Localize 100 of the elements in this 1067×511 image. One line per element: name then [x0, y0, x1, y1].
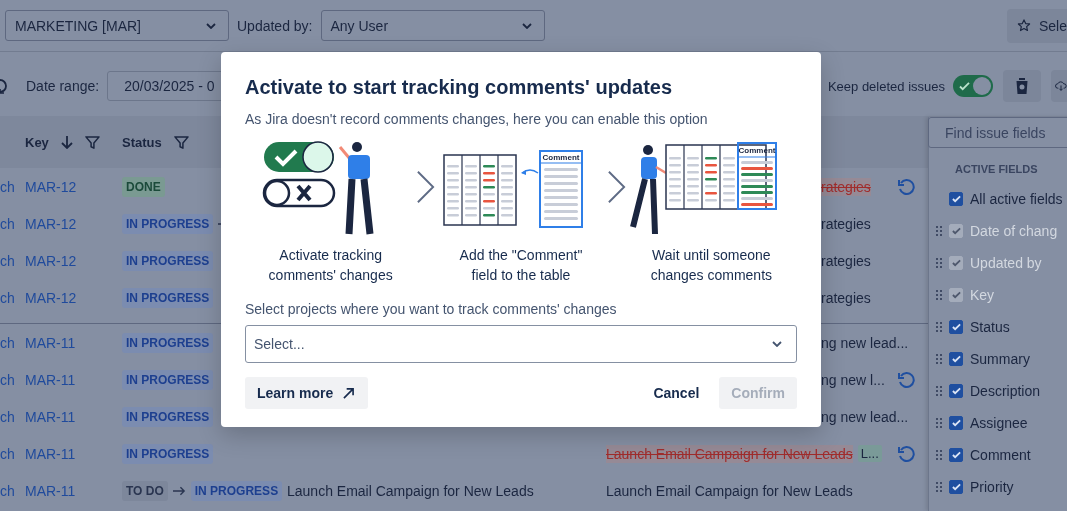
check-icon: [951, 451, 961, 459]
field-option[interactable]: Summary: [970, 351, 1030, 367]
issue-key-link[interactable]: MAR-11: [25, 445, 122, 462]
arrow-right-icon: [172, 485, 186, 496]
issue-key-link[interactable]: MAR-11: [25, 334, 122, 351]
field-option[interactable]: All active fields: [970, 191, 1063, 207]
field-option[interactable]: Comment: [970, 447, 1031, 463]
drag-handle-icon[interactable]: [936, 418, 942, 428]
checkbox[interactable]: [949, 448, 963, 462]
table-cell-text: ch: [0, 371, 16, 388]
check-icon: [951, 323, 961, 331]
field-option[interactable]: Assignee: [970, 415, 1028, 431]
table-cell: Launch Email Campaign for New Leads: [606, 481, 853, 500]
field-option[interactable]: Status: [970, 319, 1010, 335]
cloud-download-button[interactable]: [1051, 70, 1067, 102]
status-lozenge: IN PROGRESS: [122, 250, 214, 271]
table-cell: rategies: [821, 288, 871, 307]
projects-label: Select projects where you want to track comments' changes: [245, 301, 618, 317]
status-lozenge: IN PROGRESS: [122, 332, 214, 353]
issue-key-link[interactable]: MAR-12: [25, 252, 122, 269]
field-option[interactable]: Description: [970, 383, 1041, 399]
check-icon: [951, 483, 961, 491]
issue-key-link[interactable]: MAR-11: [25, 408, 122, 425]
field-option[interactable]: Priority: [970, 479, 1014, 495]
status-lozenge: IN PROGRESS: [122, 213, 214, 234]
drag-handle-icon[interactable]: [936, 354, 942, 364]
step-caption: Add the "Comment" field to the table: [458, 246, 584, 285]
check-icon: [951, 419, 961, 427]
undo-icon[interactable]: [897, 177, 915, 196]
table-cell: ng new lead...: [821, 333, 909, 352]
table-cell-text: Launch Email Campaign for New Leads: [287, 482, 535, 499]
table-cell-text: ch: [0, 334, 16, 351]
issue-key-link[interactable]: MAR-12: [25, 289, 122, 306]
drag-handle-icon[interactable]: [936, 322, 942, 332]
status-lozenge: IN PROGRESS: [122, 287, 214, 308]
table-cell-text: ch: [0, 482, 16, 499]
checkbox[interactable]: [949, 416, 963, 430]
table-cell: rategies: [821, 214, 871, 233]
column-header[interactable]: Status: [122, 134, 162, 150]
table-cell-text: ch: [0, 289, 16, 306]
chevron-down-icon: [206, 22, 216, 29]
projects-select[interactable]: Select...: [245, 325, 797, 363]
issue-key-link[interactable]: MAR-12: [25, 178, 122, 195]
drag-handle-icon[interactable]: [936, 450, 942, 460]
table-cell-text: ch: [0, 252, 16, 269]
tag: L...: [857, 445, 882, 462]
table-cell: rategies: [821, 251, 871, 270]
undo-icon[interactable]: [897, 370, 915, 389]
keep-deleted-toggle[interactable]: [953, 75, 993, 97]
learn-more-button[interactable]: Learn more: [245, 377, 369, 409]
user-dropdown[interactable]: Any User: [320, 10, 545, 41]
column-label: Comment: [542, 153, 580, 162]
table-cell: ng new lead...: [821, 407, 909, 426]
drag-handle-icon[interactable]: [936, 386, 942, 396]
check-icon: [951, 387, 961, 395]
undo-icon[interactable]: [897, 444, 915, 463]
cancel-button[interactable]: Cancel: [641, 377, 712, 409]
chevron-down-icon: [521, 22, 532, 29]
issue-key-link[interactable]: MAR-12: [25, 215, 122, 232]
table-cell: rategies: [821, 177, 871, 196]
step-caption: Activate tracking comments' changes: [267, 246, 394, 285]
dialog-title: Activate to start tracking comments' updates: [245, 76, 674, 99]
check-icon: [951, 259, 961, 267]
favorites-button[interactable]: Sele: [1007, 8, 1067, 43]
external-link-icon: [343, 387, 355, 399]
chevron-right-icon: [416, 169, 436, 205]
updated-by-label: Updated by:: [237, 17, 313, 34]
drag-handle-icon[interactable]: [936, 482, 942, 492]
checkbox[interactable]: [949, 320, 963, 334]
check-icon: [951, 291, 961, 299]
keep-deleted-label: Keep deleted issues: [827, 78, 945, 94]
dialog-description: As Jira doesn't record comments changes, here you can enable this option: [245, 111, 709, 127]
check-icon: [951, 227, 961, 235]
issue-key-link[interactable]: MAR-11: [25, 371, 122, 388]
find-fields-input[interactable]: Find issue fields: [928, 117, 1067, 148]
chevron-right-icon: [606, 169, 626, 205]
trash-button[interactable]: [1003, 70, 1041, 102]
chevron-down-icon: [772, 341, 782, 347]
table-cell: ng new l...: [821, 370, 885, 389]
section-heading: ACTIVE FIELDS: [955, 163, 1039, 175]
status-lozenge: IN PROGRESS: [122, 369, 214, 390]
status-lozenge: IN PROGRESS: [190, 480, 283, 501]
check-icon: [959, 81, 970, 91]
table-cell-text: ch: [0, 445, 16, 462]
checkbox[interactable]: [949, 192, 963, 206]
status-lozenge: TO DO: [122, 480, 168, 501]
issue-key-link[interactable]: MAR-11: [25, 482, 122, 499]
checkbox[interactable]: [949, 384, 963, 398]
step-caption: Wait until someone changes comments: [649, 246, 774, 285]
filter-icon[interactable]: [173, 134, 189, 150]
filter-icon[interactable]: [84, 134, 100, 150]
status-lozenge: DONE: [122, 176, 165, 197]
check-icon: [951, 195, 961, 203]
project-dropdown[interactable]: MARKETING [MAR]: [5, 10, 229, 41]
checkbox[interactable]: [949, 352, 963, 366]
table-cell-text: ch: [0, 178, 16, 195]
checkbox[interactable]: [949, 480, 963, 494]
column-header[interactable]: Key: [25, 134, 49, 150]
sort-down-icon[interactable]: [60, 135, 73, 149]
refresh-icon[interactable]: [0, 78, 8, 94]
